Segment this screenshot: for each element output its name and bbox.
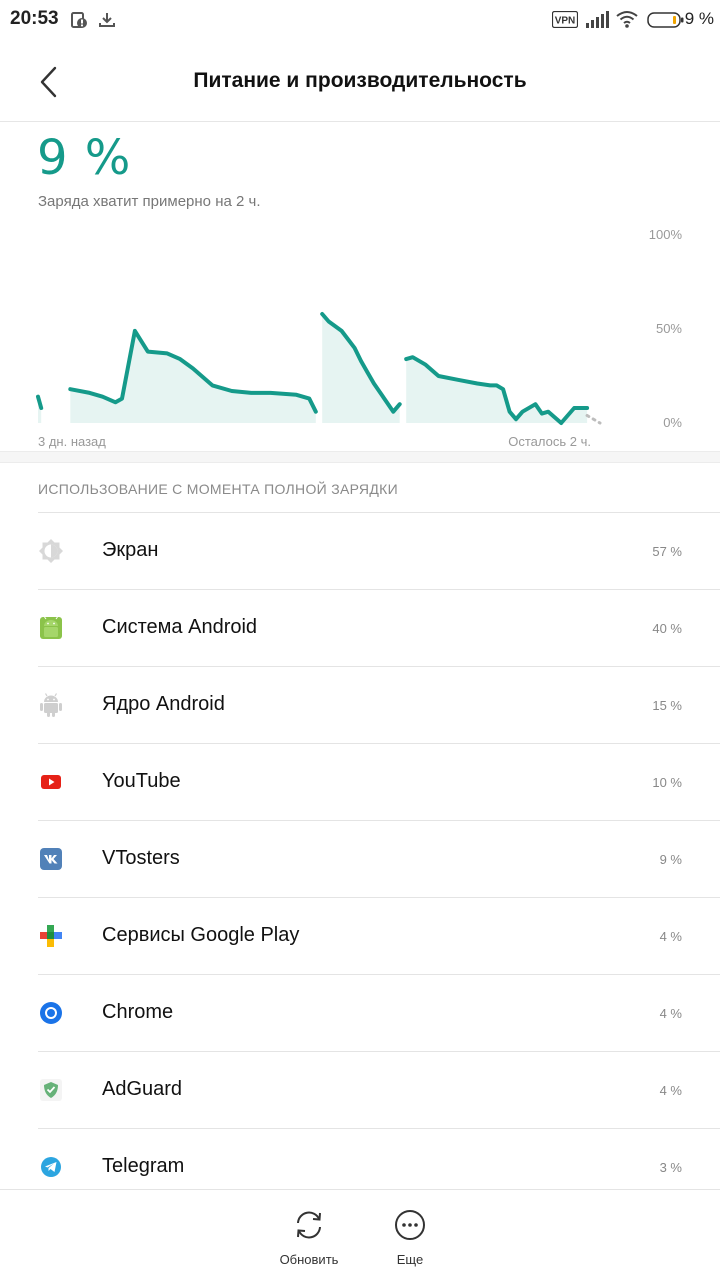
x-start-label: 3 дн. назад <box>38 434 106 449</box>
chrome-icon <box>40 1002 62 1024</box>
status-bar: 20:53 VPN 9 % <box>0 0 720 40</box>
usage-item-percent: 3 % <box>659 1160 682 1175</box>
usage-item-percent: 10 % <box>652 775 682 790</box>
app-header: Питание и производительность <box>0 40 720 122</box>
usage-item-percent: 40 % <box>652 621 682 636</box>
usage-item-name: Система Android <box>102 616 258 638</box>
usage-item-name: YouTube <box>102 770 181 792</box>
usage-item-name: Telegram <box>102 1155 185 1177</box>
refresh-button[interactable]: Обновить <box>264 1208 354 1267</box>
more-label: Еще <box>396 1252 424 1267</box>
y-tick-label: 100% <box>649 227 683 242</box>
vpn-label: VPN <box>555 16 576 27</box>
list-item[interactable]: Сервисы Google Play 4 % <box>0 897 720 974</box>
battery-level: 9 % <box>37 130 132 186</box>
refresh-label: Обновить <box>279 1252 339 1267</box>
android-gray-icon <box>40 693 62 717</box>
list-item[interactable]: Экран 57 % <box>0 512 720 589</box>
brightness-icon <box>39 539 63 563</box>
more-button[interactable]: Еще <box>365 1208 455 1267</box>
list-item[interactable]: VTosters 9 % <box>0 820 720 897</box>
bottom-action-bar: Обновить Еще <box>0 1189 720 1280</box>
status-battery-text: 9 % <box>684 9 714 28</box>
section-divider <box>0 451 720 463</box>
list-item[interactable]: AdGuard 4 % <box>0 1051 720 1128</box>
battery-estimate: Заряда хватит примерно на 2 ч. <box>38 193 261 210</box>
list-item[interactable]: Система Android 40 % <box>0 589 720 666</box>
data-saver-icon <box>71 12 87 28</box>
usage-item-name: Экран <box>102 539 159 561</box>
list-item[interactable]: Chrome 4 % <box>0 974 720 1051</box>
usage-item-percent: 4 % <box>659 929 682 944</box>
x-end-label: Осталось 2 ч. <box>508 434 591 449</box>
more-icon <box>395 1210 425 1240</box>
list-item[interactable]: YouTube 10 % <box>0 743 720 820</box>
usage-item-name: Сервисы Google Play <box>102 924 300 946</box>
telegram-icon <box>41 1157 61 1177</box>
usage-section-title: ИСПОЛЬЗОВАНИЕ С МОМЕНТА ПОЛНОЙ ЗАРЯДКИ <box>38 481 398 497</box>
android-icon <box>40 616 62 639</box>
y-tick-label: 0% <box>663 415 682 430</box>
usage-list: Экран 57 % Система Android 40 % Ядро And… <box>0 512 720 1205</box>
usage-item-percent: 57 % <box>652 544 682 559</box>
battery-history-chart: 100% 50% 0% 3 дн. назад Осталось 2 ч. <box>36 227 683 449</box>
vpn-icon: VPN <box>552 11 578 28</box>
google-play-services-icon <box>40 925 62 947</box>
wifi-icon <box>616 11 638 28</box>
chart-forecast-group <box>585 413 602 425</box>
youtube-icon <box>41 775 61 789</box>
usage-item-name: Ядро Android <box>102 693 225 715</box>
usage-item-percent: 9 % <box>659 852 682 867</box>
usage-item-name: AdGuard <box>102 1078 183 1100</box>
usage-item-percent: 15 % <box>652 698 682 713</box>
status-time: 20:53 <box>10 8 59 29</box>
usage-item-name: VTosters <box>102 847 180 869</box>
battery-icon <box>647 12 684 28</box>
chart-forecast-line <box>585 413 602 425</box>
list-item[interactable]: Ядро Android 15 % <box>0 666 720 743</box>
chart-area-fill <box>70 330 316 423</box>
adguard-icon <box>40 1079 62 1101</box>
usage-item-percent: 4 % <box>659 1083 682 1098</box>
vk-icon <box>40 848 62 870</box>
download-icon <box>99 13 115 27</box>
y-tick-label: 50% <box>656 321 682 336</box>
signal-icon <box>586 11 609 28</box>
usage-item-percent: 4 % <box>659 1006 682 1021</box>
chart-area-fill <box>406 357 588 423</box>
page-title: Питание и производительность <box>193 69 527 92</box>
usage-item-name: Chrome <box>102 1001 174 1023</box>
refresh-icon <box>297 1211 321 1239</box>
